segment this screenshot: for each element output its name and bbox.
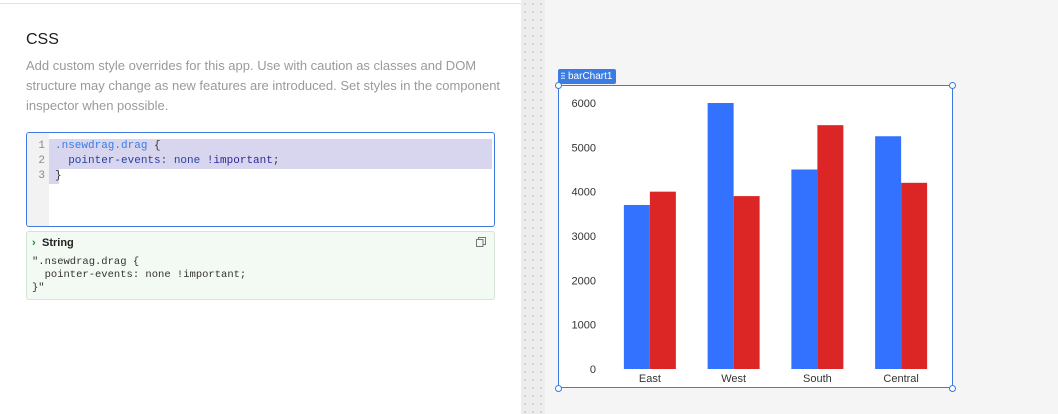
code-line[interactable]: 2 pointer-events: none !important; [27, 154, 494, 169]
bar-central-series-1 [875, 136, 902, 369]
y-tick-label: 4000 [572, 187, 596, 199]
y-tick-label: 1000 [572, 320, 596, 332]
top-divider [0, 3, 521, 4]
result-type-label: String [42, 237, 74, 249]
resize-handle-bottom-left[interactable] [555, 385, 562, 392]
css-settings-panel: CSS Add custom style overrides for this … [0, 0, 521, 414]
resize-handle-bottom-right[interactable] [949, 385, 956, 392]
css-property: pointer-events: [55, 155, 168, 167]
line-text: .nsewdrag.drag { [55, 139, 161, 154]
bar-east-series-2 [649, 191, 676, 369]
css-brace: } [55, 170, 62, 182]
css-brace: { [147, 140, 161, 152]
drag-handle-icon[interactable] [561, 72, 565, 80]
evaluated-result-panel: › String ".nsewdrag.drag { pointer-event… [26, 231, 495, 300]
bar-central-series-2 [901, 182, 928, 369]
bar-west-series-1 [707, 103, 734, 369]
resize-handle-top-right[interactable] [949, 82, 956, 89]
line-number: 3 [38, 170, 45, 182]
panel-divider[interactable] [521, 0, 545, 414]
line-number: 2 [38, 155, 45, 167]
css-selector: .nsewdrag.drag [55, 140, 148, 152]
code-line[interactable]: 3 } [27, 169, 494, 184]
y-tick-label: 0 [590, 364, 596, 376]
resize-handle-top-left[interactable] [555, 82, 562, 89]
css-section-description: Add custom style overrides for this app.… [26, 58, 501, 113]
bar-south-series-1 [791, 169, 818, 369]
x-tick-label: South [803, 373, 832, 385]
line-text: pointer-events: none !important; [55, 154, 279, 169]
bar-south-series-2 [817, 125, 844, 369]
bar-west-series-2 [733, 196, 760, 369]
bar-chart[interactable]: 0 1000 2000 3000 4000 5000 6000 East West South Ce… [558, 85, 953, 388]
chevron-right-icon[interactable]: › [32, 237, 36, 249]
y-tick-label: 5000 [572, 142, 596, 154]
css-value: none [167, 155, 201, 167]
css-important: !important [200, 155, 273, 167]
x-tick-label: East [639, 373, 661, 385]
line-text: } [55, 169, 62, 184]
component-name-tag[interactable]: barChart1 [558, 69, 617, 84]
css-section-title: CSS [26, 31, 59, 48]
result-value: ".nsewdrag.drag { pointer-events: none !… [32, 256, 247, 294]
x-tick-label: Central [883, 373, 918, 385]
x-tick-label: West [721, 373, 746, 385]
css-code-editor[interactable]: 1 .nsewdrag.drag { 2 pointer-events: non… [26, 132, 495, 227]
line-number: 1 [38, 140, 45, 152]
y-tick-label: 3000 [572, 231, 596, 243]
y-tick-label: 2000 [572, 275, 596, 287]
code-line[interactable]: 1 .nsewdrag.drag { [27, 139, 494, 154]
bar-east-series-1 [623, 204, 650, 369]
component-name: barChart1 [568, 71, 613, 82]
copy-icon[interactable] [476, 237, 486, 247]
y-tick-label: 6000 [572, 98, 596, 110]
css-semicolon: ; [272, 155, 280, 167]
